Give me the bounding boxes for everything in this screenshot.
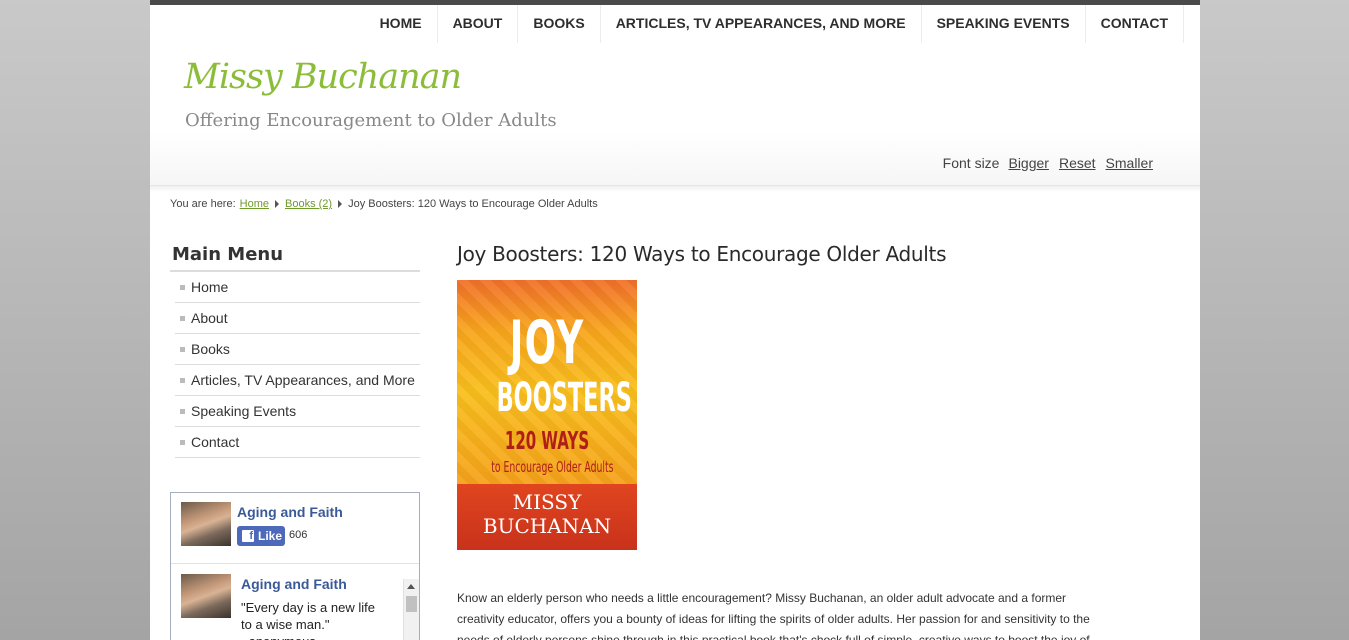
breadcrumb-prefix: You are here: xyxy=(170,198,236,210)
nav-item-about[interactable]: ABOUT xyxy=(436,5,518,43)
facebook-page-avatar[interactable] xyxy=(181,502,231,546)
main-menu-list: Home About Books Articles, TV Appearance… xyxy=(170,272,420,458)
breadcrumb-home-link[interactable]: Home xyxy=(240,198,269,210)
font-size-controls: Font size Bigger Reset Smaller xyxy=(943,155,1153,171)
bullet-icon xyxy=(180,408,185,414)
facebook-page-header: Aging and Faith f Like 606 xyxy=(171,493,419,564)
nav-item-books[interactable]: BOOKS xyxy=(517,5,599,43)
sidebar-item-label: Articles, TV Appearances, and More xyxy=(191,372,415,388)
scrollbar-thumb[interactable] xyxy=(406,596,417,612)
bullet-icon xyxy=(180,439,185,445)
book-cover-subtitle-line2: to Encourage Older Adults xyxy=(491,458,614,476)
facebook-post-text: "Every day is a new life to a wise man."… xyxy=(241,600,375,640)
facebook-post-author[interactable]: Aging and Faith xyxy=(241,576,347,592)
breadcrumb-arrow-icon xyxy=(275,200,279,208)
facebook-like-label: Like xyxy=(258,529,283,543)
nav-item-home[interactable]: HOME xyxy=(365,5,437,43)
facebook-post: Aging and Faith "Every day is a new life… xyxy=(171,564,419,640)
article-body: Know an elderly person who needs a littl… xyxy=(457,591,1090,640)
nav-item-speaking-events[interactable]: SPEAKING EVENTS xyxy=(920,5,1085,43)
header-divider xyxy=(150,186,1200,192)
sidebar-item-articles[interactable]: Articles, TV Appearances, and More xyxy=(175,365,420,396)
sidebar: Main Menu Home About Books Articles, TV … xyxy=(170,242,420,458)
site-logo[interactable]: Missy Buchanan xyxy=(184,57,462,97)
book-cover-author-last: BUCHANAN xyxy=(482,514,612,538)
book-cover-title-line1: JOY xyxy=(509,308,585,378)
article-title: Joy Boosters: 120 Ways to Encourage Olde… xyxy=(457,242,947,266)
bullet-icon xyxy=(180,377,185,383)
font-reset-link[interactable]: Reset xyxy=(1059,155,1096,171)
facebook-icon: f xyxy=(242,530,254,542)
breadcrumb-arrow-icon xyxy=(338,200,343,208)
sidebar-item-books[interactable]: Books xyxy=(175,334,420,365)
main-menu-title: Main Menu xyxy=(170,242,420,272)
sidebar-item-about[interactable]: About xyxy=(175,303,420,334)
nav-divider xyxy=(1183,5,1184,43)
bullet-icon xyxy=(180,284,185,290)
facebook-like-button[interactable]: f Like xyxy=(237,526,285,546)
breadcrumb: You are here: Home Books (2) Joy Booster… xyxy=(170,198,598,210)
bullet-icon xyxy=(180,346,185,352)
sidebar-item-label: Speaking Events xyxy=(191,403,297,419)
facebook-post-avatar[interactable] xyxy=(181,574,231,618)
main-nav: HOME ABOUT BOOKS ARTICLES, TV APPEARANCE… xyxy=(365,5,1184,43)
sidebar-item-home[interactable]: Home xyxy=(175,272,420,303)
site-tagline: Offering Encouragement to Older Adults xyxy=(185,110,557,131)
scroll-up-icon[interactable] xyxy=(407,584,415,589)
nav-item-contact[interactable]: CONTACT xyxy=(1084,5,1183,43)
breadcrumb-books-link[interactable]: Books (2) xyxy=(285,198,332,210)
font-smaller-link[interactable]: Smaller xyxy=(1106,155,1153,171)
font-bigger-link[interactable]: Bigger xyxy=(1008,155,1048,171)
site-header: HOME ABOUT BOOKS ARTICLES, TV APPEARANCE… xyxy=(150,5,1200,186)
sidebar-item-label: Contact xyxy=(191,434,240,450)
sidebar-item-label: Books xyxy=(191,341,230,357)
page-container: HOME ABOUT BOOKS ARTICLES, TV APPEARANCE… xyxy=(150,0,1200,640)
main-content: Joy Boosters: 120 Ways to Encourage Olde… xyxy=(457,242,1117,640)
facebook-widget: Aging and Faith f Like 606 Aging and Fai… xyxy=(170,492,420,640)
sidebar-item-contact[interactable]: Contact xyxy=(175,427,420,458)
book-cover-author-first: MISSY xyxy=(512,490,582,514)
breadcrumb-current: Joy Boosters: 120 Ways to Encourage Olde… xyxy=(348,198,598,210)
book-cover-title-line2: BOOSTERS xyxy=(496,375,632,421)
bullet-icon xyxy=(180,315,185,321)
nav-item-articles[interactable]: ARTICLES, TV APPEARANCES, AND MORE xyxy=(599,5,921,43)
sidebar-item-label: Home xyxy=(191,279,229,295)
book-cover-image: JOY BOOSTERS 120 WAYS to Encourage Older… xyxy=(457,280,637,550)
facebook-like-count: 606 xyxy=(289,529,308,541)
sidebar-item-speaking-events[interactable]: Speaking Events xyxy=(175,396,420,427)
facebook-scrollbar[interactable] xyxy=(403,579,419,640)
facebook-page-name[interactable]: Aging and Faith xyxy=(237,504,343,520)
book-cover-subtitle-line1: 120 WAYS xyxy=(504,426,590,455)
book-cover-author: MISSY BUCHANAN xyxy=(457,490,637,538)
font-size-label: Font size xyxy=(942,155,1000,171)
sidebar-item-label: About xyxy=(191,310,228,326)
